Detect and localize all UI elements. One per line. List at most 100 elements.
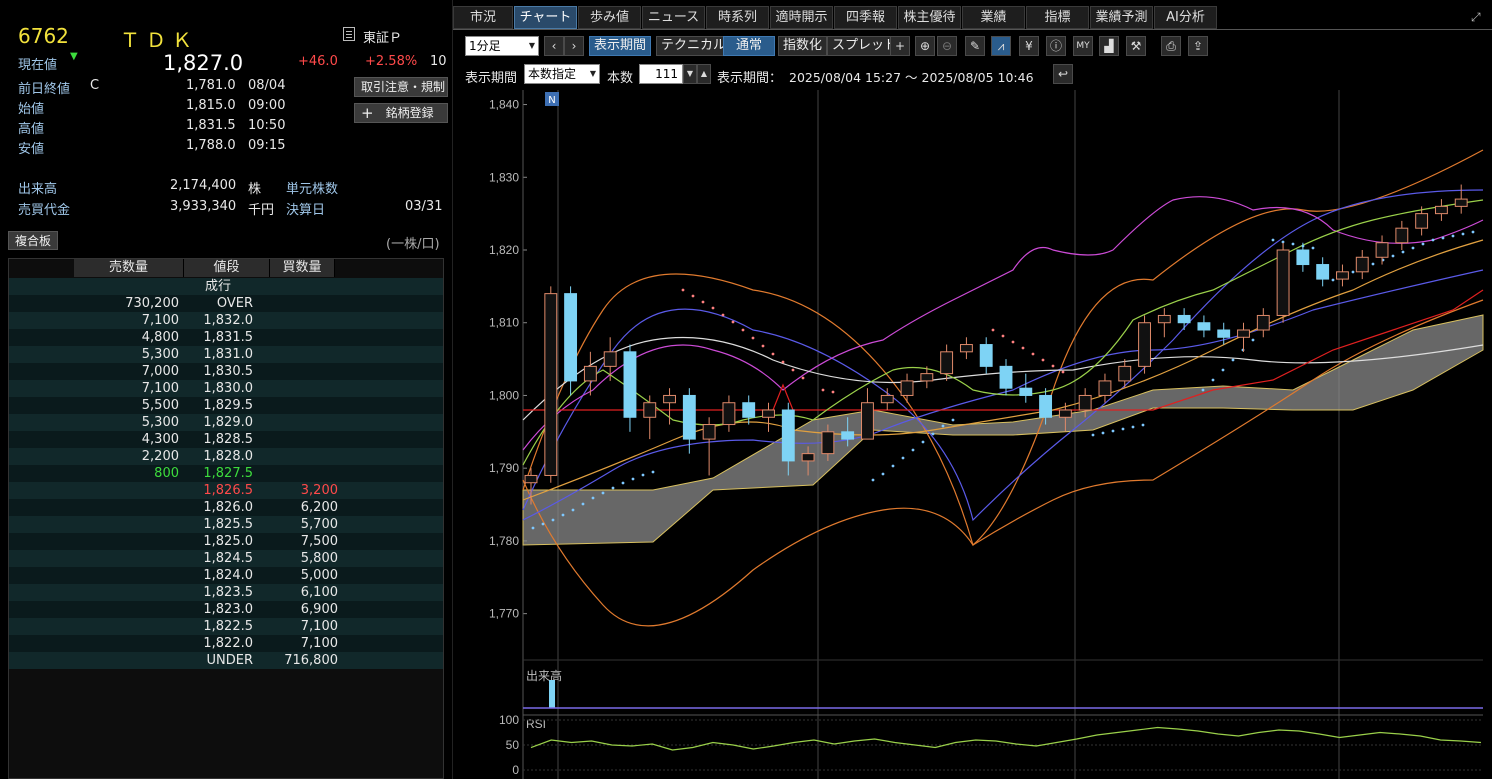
- order-book-row[interactable]: 1,822.5 7,100: [9, 618, 443, 635]
- print-icon[interactable]: ⎙: [1161, 36, 1181, 56]
- document-icon[interactable]: [343, 27, 355, 45]
- order-book-row[interactable]: 5,300 1,831.0: [9, 346, 443, 363]
- wrench-icon[interactable]: ⚒: [1126, 36, 1146, 56]
- order-book-row[interactable]: 7,000 1,830.5: [9, 363, 443, 380]
- candle-body: [583, 365, 597, 382]
- buy-qty: 5,700: [300, 517, 338, 532]
- tab-8[interactable]: 業績: [962, 6, 1025, 29]
- order-book-row[interactable]: 5,300 1,829.0: [9, 414, 443, 431]
- crosshair-icon[interactable]: +: [890, 36, 910, 56]
- sar-dot: [611, 486, 615, 490]
- candle-body: [1217, 329, 1231, 338]
- my-chart-icon[interactable]: MY: [1073, 36, 1093, 56]
- market-order-label: 成行: [204, 279, 231, 294]
- prev-close-date: 08/04: [248, 78, 286, 93]
- order-book-row[interactable]: 7,100 1,830.0: [9, 380, 443, 397]
- index-button[interactable]: 指数化: [778, 36, 828, 56]
- sar-dot: [561, 513, 565, 517]
- order-book-row[interactable]: 5,500 1,829.5: [9, 397, 443, 414]
- market-order-row[interactable]: 成行: [9, 278, 443, 295]
- sell-qty: 800: [154, 466, 179, 481]
- export-icon[interactable]: ⇪: [1188, 36, 1208, 56]
- order-book-row[interactable]: 1,824.5 5,800: [9, 550, 443, 567]
- order-book-row[interactable]: 1,823.5 6,100: [9, 584, 443, 601]
- pencil-icon[interactable]: ✎: [965, 36, 985, 56]
- area-chart-icon[interactable]: ▟: [1099, 36, 1119, 56]
- sar-dot: [821, 388, 825, 392]
- candle-body: [1276, 249, 1290, 316]
- next-arrow-icon[interactable]: ›: [564, 36, 584, 56]
- volume-pane-label: 出来高: [526, 668, 562, 683]
- prev-close-value: 1,781.0: [186, 78, 236, 93]
- order-book-row[interactable]: 1,825.5 5,700: [9, 516, 443, 533]
- candle-body: [1237, 329, 1250, 338]
- order-book-row[interactable]: 730,200 OVER: [9, 295, 443, 312]
- stock-name: ＴＤＫ: [120, 28, 198, 52]
- y-tick-label: 1,820: [489, 243, 519, 257]
- candle-body: [524, 474, 538, 484]
- trade-notice-button[interactable]: 取引注意・規制: [354, 77, 448, 97]
- market-label: 東証Ｐ: [363, 31, 403, 46]
- tab-composite-board[interactable]: 複合板: [8, 231, 59, 250]
- zoom-out-icon[interactable]: ⊖: [937, 36, 957, 56]
- order-book-row[interactable]: 1,825.0 7,500: [9, 533, 443, 550]
- candle-body: [920, 373, 934, 382]
- prev-arrow-icon[interactable]: ‹: [544, 36, 564, 56]
- candle-body: [722, 402, 736, 426]
- sar-dot: [751, 336, 755, 340]
- sar-dot: [1231, 358, 1235, 362]
- candle-body: [1415, 213, 1429, 229]
- trend-cursor-icon[interactable]: ⩘: [991, 36, 1011, 56]
- normal-button[interactable]: 通常: [723, 36, 775, 56]
- price-level: 1,824.5: [203, 551, 253, 566]
- count-input[interactable]: 111: [639, 64, 683, 84]
- order-book-row[interactable]: UNDER 716,800: [9, 652, 443, 669]
- order-book-row[interactable]: 1,822.0 7,100: [9, 635, 443, 652]
- order-book-row[interactable]: 1,824.0 5,000: [9, 567, 443, 584]
- expand-icon[interactable]: ⤢: [1471, 10, 1481, 25]
- zoom-in-icon[interactable]: ⊕: [915, 36, 935, 56]
- sar-dot: [931, 432, 935, 436]
- interval-select[interactable]: 1分足: [465, 36, 539, 56]
- tab-3[interactable]: ニュース: [642, 6, 705, 29]
- technical-button[interactable]: テクニカル: [656, 36, 732, 56]
- candle-body: [1039, 394, 1053, 418]
- y-tick-label: 1,840: [489, 98, 519, 112]
- yen-icon[interactable]: ¥: [1019, 36, 1039, 56]
- order-book-row[interactable]: 4,300 1,828.5: [9, 431, 443, 448]
- period-mode-select[interactable]: 本数指定: [524, 64, 600, 84]
- tab-9[interactable]: 指標: [1026, 6, 1089, 29]
- tab-10[interactable]: 業績予測: [1090, 6, 1153, 29]
- order-book-row[interactable]: 1,826.0 6,200: [9, 499, 443, 516]
- count-down-icon[interactable]: ▼: [683, 64, 697, 84]
- sar-dot: [941, 424, 945, 428]
- price-level: 1,832.0: [203, 313, 253, 328]
- sar-dot: [1391, 254, 1395, 258]
- order-book-row[interactable]: 7,100 1,832.0: [9, 312, 443, 329]
- order-book-row[interactable]: 800 1,827.5: [9, 465, 443, 482]
- tab-6[interactable]: 四季報: [834, 6, 897, 29]
- count-up-icon[interactable]: ▲: [697, 64, 711, 84]
- order-book-row[interactable]: 2,200 1,828.0: [9, 448, 443, 465]
- info-icon[interactable]: ⓘ: [1046, 36, 1066, 56]
- order-book-row[interactable]: 4,800 1,831.5: [9, 329, 443, 346]
- price-chart[interactable]: 1,840 1,830 1,820 1,810 1,800 1,790 1,780 1,770…: [453, 90, 1491, 779]
- tab-1[interactable]: チャート: [514, 6, 577, 29]
- tab-5[interactable]: 適時開示: [770, 6, 833, 29]
- tab-2[interactable]: 歩み値: [578, 6, 641, 29]
- tab-4[interactable]: 時系列: [706, 6, 769, 29]
- range-label: 表示期間：: [717, 71, 783, 86]
- sar-dot: [991, 328, 995, 332]
- tab-7[interactable]: 株主優待: [898, 6, 961, 29]
- reset-arrow-icon[interactable]: ↩: [1053, 64, 1073, 84]
- tab-0[interactable]: 市況: [453, 6, 513, 29]
- sar-dot: [1401, 250, 1405, 254]
- register-stock-button[interactable]: + 銘柄登録: [354, 103, 448, 123]
- order-book-row[interactable]: 1,823.0 6,900: [9, 601, 443, 618]
- period-button[interactable]: 表示期間: [589, 36, 652, 56]
- chart-panel: 市況 チャート 歩み値 ニュース 時系列 適時開示 四季報 株主優待 業績 指標 業績予測 AI分析 …: [452, 0, 1492, 779]
- tab-11[interactable]: AI分析: [1154, 6, 1217, 29]
- rsi-tick-label: 0: [512, 763, 519, 777]
- order-book-row[interactable]: 1,826.5 3,200: [9, 482, 443, 499]
- sell-qty: 7,100: [141, 381, 179, 396]
